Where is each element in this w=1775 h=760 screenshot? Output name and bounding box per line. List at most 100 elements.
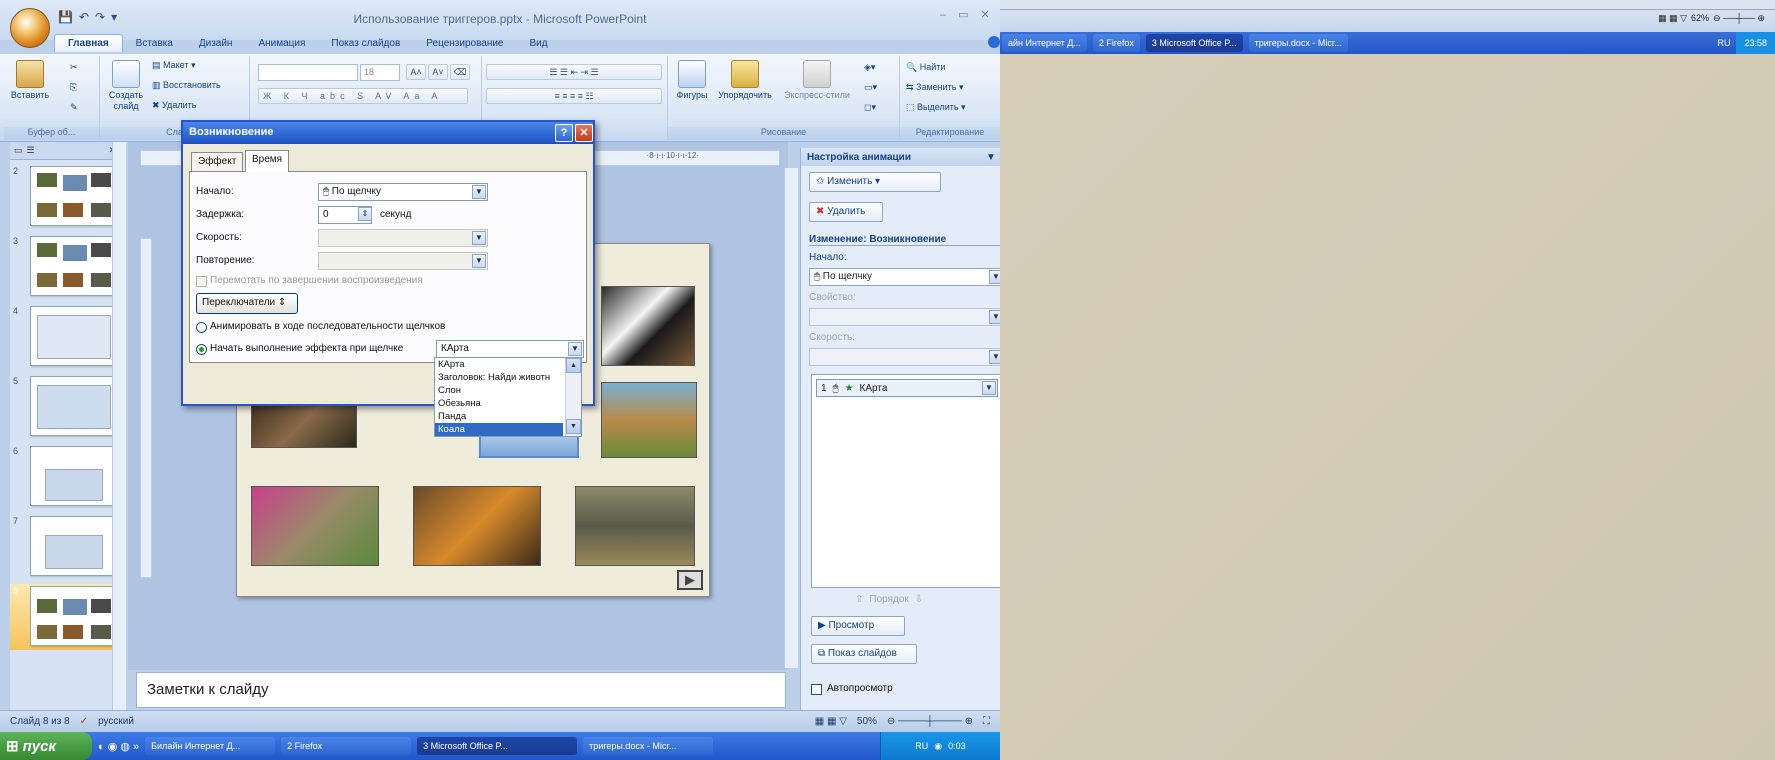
taskbar-item[interactable]: тригеры.docx - Micr... xyxy=(583,737,714,755)
rewind-checkbox[interactable] xyxy=(196,276,207,287)
move-down-icon[interactable]: ⇩ xyxy=(915,594,923,605)
cut-icon[interactable]: ✂ xyxy=(70,62,78,73)
bg-task-item[interactable]: тригеры.docx - Micr... xyxy=(1248,34,1348,52)
tab-home[interactable]: Главная xyxy=(54,34,123,52)
shape-fill-icon[interactable]: ◈▾ xyxy=(864,62,875,73)
scroll-track[interactable] xyxy=(566,373,581,419)
redo-icon[interactable]: ↷ xyxy=(95,10,105,24)
tab-animation[interactable]: Анимация xyxy=(245,35,318,52)
minimize-icon[interactable]: – xyxy=(940,9,946,21)
slide-vertical-scrollbar[interactable] xyxy=(784,168,798,668)
preview-button[interactable]: ▶ Просмотр xyxy=(811,616,905,636)
slide-thumbnail[interactable] xyxy=(30,166,116,226)
speed-dropdown[interactable]: ▼ xyxy=(318,229,488,247)
autopreview-checkbox[interactable] xyxy=(811,684,822,695)
restore-icon[interactable]: ▭ xyxy=(958,8,968,21)
bg-task-item[interactable]: айн Интернет Д... xyxy=(1002,34,1087,52)
spellcheck-icon[interactable]: ✓ xyxy=(80,716,88,727)
list-scrollbar[interactable]: ▲ ▼ xyxy=(565,358,581,436)
thumbnail-row[interactable]: 6 xyxy=(10,444,122,510)
new-slide-button[interactable]: Создать слайд xyxy=(104,60,148,112)
tab-design[interactable]: Дизайн xyxy=(186,35,246,52)
thumbnail-row[interactable]: 3 xyxy=(10,234,122,300)
slide-thumbnail[interactable] xyxy=(30,306,116,366)
radio-trigger[interactable] xyxy=(196,344,207,355)
select-button[interactable]: ⬚ Выделить ▾ xyxy=(906,102,966,113)
trigger-dropdown[interactable]: КАрта ▼ xyxy=(436,340,584,358)
font-name-field[interactable] xyxy=(258,64,358,81)
thumbnail-row[interactable]: 4 xyxy=(10,304,122,370)
taskbar-item[interactable]: Билайн Интернет Д... xyxy=(145,737,276,755)
start-dropdown[interactable]: 🖱 По щелчку ▼ xyxy=(318,183,488,201)
animation-list-item[interactable]: 1 🖱 ★ КАрта ▼ xyxy=(816,379,998,397)
taskbar-item-active[interactable]: 3 Microsoft Office P... xyxy=(417,737,578,755)
tab-view[interactable]: Вид xyxy=(517,35,561,52)
fit-slide-icon[interactable]: ⛶ xyxy=(983,716,990,727)
taskbar-item[interactable]: 2 Firefox xyxy=(281,737,412,755)
outline-tab-icon[interactable]: ☰ xyxy=(27,145,35,156)
notes-area[interactable]: Заметки к слайду xyxy=(136,672,786,708)
thumbnail-row[interactable]: 2 xyxy=(10,164,122,230)
list-item[interactable]: Обезьяна xyxy=(435,397,563,410)
change-effect-button[interactable]: ✩ Изменить ▾ xyxy=(809,172,941,192)
shape-outline-icon[interactable]: ▭▾ xyxy=(864,82,877,93)
start-dropdown[interactable]: 🖱 По щелчку ▼ xyxy=(809,268,1000,286)
customize-qat-icon[interactable]: ▾ xyxy=(111,10,117,24)
reset-button[interactable]: ▥ Восстановить xyxy=(152,80,221,91)
undo-icon[interactable]: ↶ xyxy=(79,10,89,24)
list-item[interactable]: Слон xyxy=(435,384,563,397)
view-buttons[interactable]: ▦ ▦ ▽ xyxy=(815,716,847,727)
find-button[interactable]: 🔍 Найти xyxy=(906,62,945,73)
thumbnail-row[interactable]: 5 xyxy=(10,374,122,440)
tray-network-icon[interactable]: ◉ xyxy=(934,741,942,752)
scroll-up-icon[interactable]: ▲ xyxy=(566,358,581,373)
list-item-selected[interactable]: Коала xyxy=(435,423,563,436)
close-icon[interactable]: ✕ xyxy=(981,8,990,21)
slide-thumbnail[interactable] xyxy=(30,236,116,296)
slide-thumbnail[interactable] xyxy=(30,586,116,646)
format-painter-icon[interactable]: ✎ xyxy=(70,102,78,113)
kangaroo-image[interactable] xyxy=(601,382,697,458)
tab-slideshow[interactable]: Показ слайдов xyxy=(318,35,413,52)
panel-menu-icon[interactable]: ▼ ✕ xyxy=(986,152,1000,163)
tiger-image[interactable] xyxy=(413,486,541,566)
font-format-toolbar[interactable]: Ж К Ч abc S AV Aa A xyxy=(258,88,468,104)
tab-review[interactable]: Рецензирование xyxy=(413,35,516,52)
slides-tab-icon[interactable]: ▭ xyxy=(14,145,23,156)
grow-font-button[interactable]: A˄ xyxy=(406,64,426,80)
zoom-slider[interactable]: ⊖ ────┼──── ⊕ xyxy=(887,716,973,727)
scroll-down-icon[interactable]: ▼ xyxy=(566,419,581,434)
panda-image[interactable] xyxy=(601,286,695,366)
close-icon[interactable]: ✕ xyxy=(575,124,593,142)
save-icon[interactable]: 💾 xyxy=(58,10,73,24)
list-item[interactable]: КАрта xyxy=(435,358,563,371)
move-up-icon[interactable]: ⇧ xyxy=(855,594,863,605)
bg-task-item[interactable]: 3 Microsoft Office P... xyxy=(1145,34,1243,52)
bg-task-item[interactable]: 2 Firefox xyxy=(1092,34,1140,52)
help-icon[interactable]: ? xyxy=(555,124,573,142)
triggers-button[interactable]: Переключатели ⇕ xyxy=(196,293,298,314)
shrink-font-button[interactable]: A˅ xyxy=(428,64,448,80)
list-buttons[interactable]: ☰ ☰ ⇤ ⇥ ☰ xyxy=(486,64,662,80)
language-indicator[interactable]: русский xyxy=(98,716,134,727)
slide-thumbnail[interactable] xyxy=(30,516,116,576)
help-icon[interactable] xyxy=(988,36,1000,48)
repeat-dropdown[interactable]: ▼ xyxy=(318,252,488,270)
speed-dropdown[interactable]: ▼ xyxy=(809,348,1000,366)
start-button[interactable]: ⊞ пуск xyxy=(0,732,92,760)
font-size-field[interactable]: 18 xyxy=(360,64,400,81)
slide-thumbnail[interactable] xyxy=(30,446,116,506)
zoom-value[interactable]: 50% xyxy=(857,716,877,727)
property-dropdown[interactable]: ▼ xyxy=(809,308,1000,326)
thumbnail-row[interactable]: 7 xyxy=(10,514,122,580)
shapes-button[interactable]: Фигуры xyxy=(672,60,712,101)
list-item[interactable]: Панда xyxy=(435,410,563,423)
tab-insert[interactable]: Вставка xyxy=(123,35,186,52)
quick-styles-button[interactable]: Экспресс-стили xyxy=(778,60,856,101)
next-slide-action-button[interactable]: ▶ xyxy=(677,570,703,590)
list-item[interactable]: Заголовок: Найди животн xyxy=(435,371,563,384)
rhino-image[interactable] xyxy=(575,486,695,566)
delete-slide-button[interactable]: ✖ Удалить xyxy=(152,100,196,111)
slide-thumbnail[interactable] xyxy=(30,376,116,436)
spinner-icon[interactable]: ⇕ xyxy=(358,207,372,221)
